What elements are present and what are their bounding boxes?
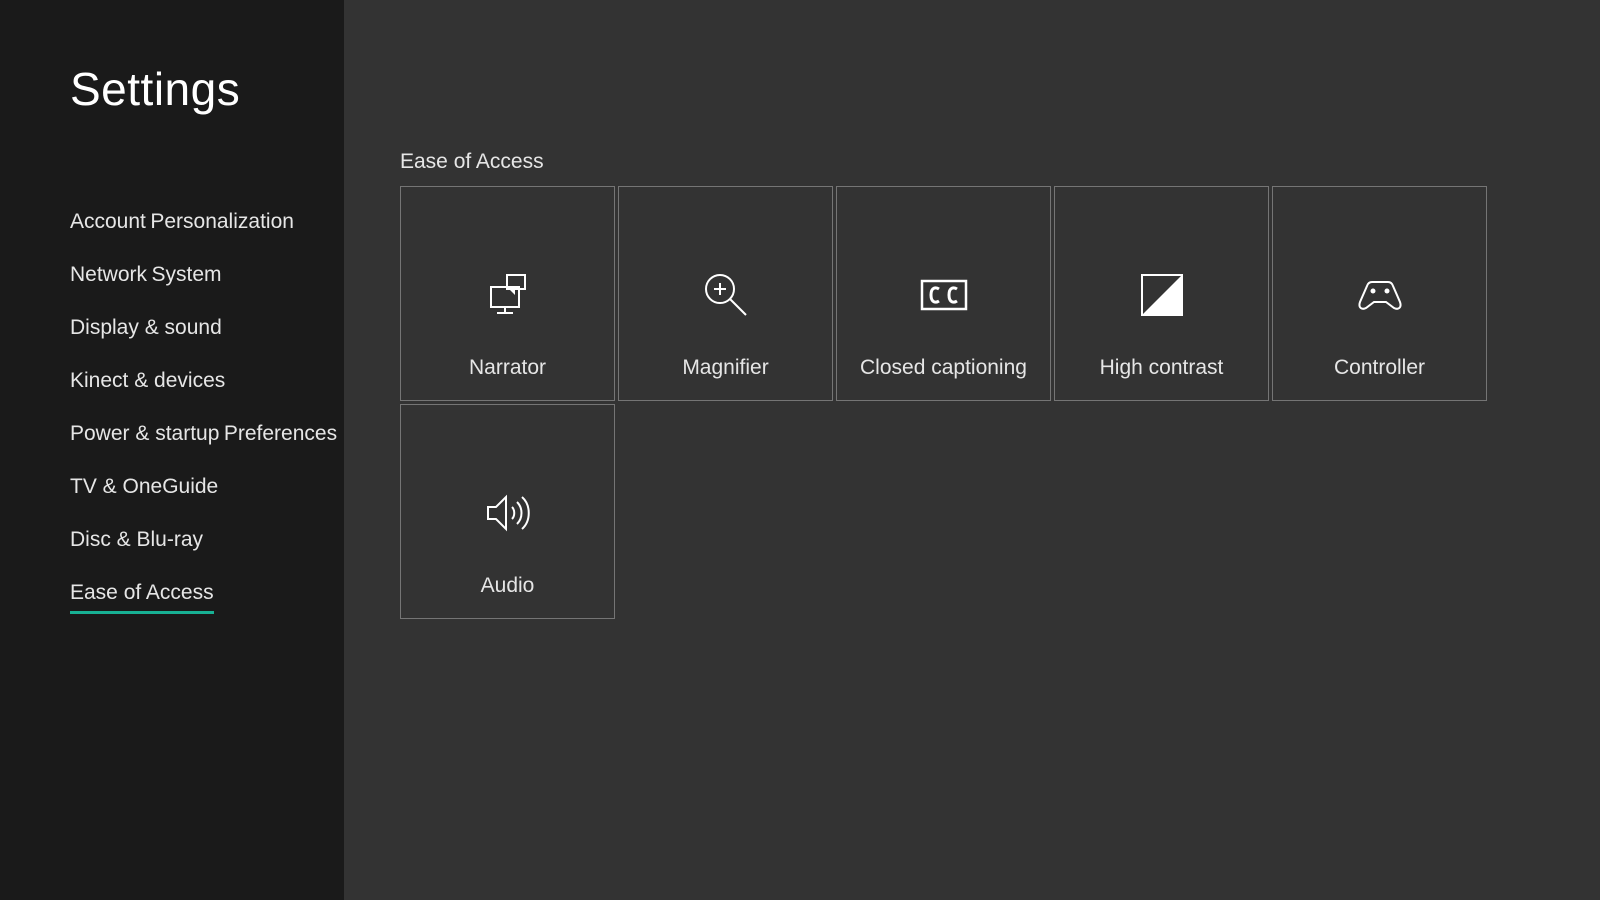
sidebar-item-preferences[interactable]: Preferences (224, 422, 337, 446)
tile-label: Magnifier (682, 356, 768, 380)
tile-magnifier[interactable]: Magnifier (618, 186, 833, 401)
tile-label: Narrator (469, 356, 546, 380)
narrator-icon (478, 265, 538, 325)
sidebar-item-label: Display & sound (70, 316, 222, 339)
audio-icon (478, 483, 538, 543)
tile-label: High contrast (1100, 356, 1224, 380)
high-contrast-icon (1132, 265, 1192, 325)
tile-label: Closed captioning (860, 356, 1027, 380)
controller-icon (1350, 265, 1410, 325)
sidebar-item-label: Kinect & devices (70, 369, 225, 392)
sidebar-item-label: System (151, 263, 221, 286)
sidebar-list: Account Personalization Network System D… (70, 210, 344, 643)
tile-grid: Narrator Magnifier (400, 186, 1600, 622)
closed-captioning-icon (914, 265, 974, 325)
tile-label: Controller (1334, 356, 1425, 380)
sidebar-item-label: Ease of Access (70, 581, 214, 604)
main-panel: Ease of Access Narrator (344, 0, 1600, 900)
sidebar-item-system[interactable]: System (151, 263, 221, 287)
tile-label: Audio (481, 574, 535, 598)
sidebar-item-disc-bluray[interactable]: Disc & Blu-ray (70, 528, 203, 552)
tile-high-contrast[interactable]: High contrast (1054, 186, 1269, 401)
tile-audio[interactable]: Audio (400, 404, 615, 619)
sidebar-item-label: Disc & Blu-ray (70, 528, 203, 551)
sidebar-item-network[interactable]: Network (70, 263, 147, 287)
tile-closed-captioning[interactable]: Closed captioning (836, 186, 1051, 401)
sidebar: Settings Account Personalization Network… (0, 0, 344, 900)
sidebar-item-ease-of-access[interactable]: Ease of Access (70, 581, 214, 614)
sidebar-item-label: Network (70, 263, 147, 286)
sidebar-item-label: Preferences (224, 422, 337, 445)
sidebar-item-kinect-devices[interactable]: Kinect & devices (70, 369, 225, 393)
sidebar-item-account[interactable]: Account (70, 210, 146, 234)
sidebar-item-display-sound[interactable]: Display & sound (70, 316, 222, 340)
sidebar-item-label: Account (70, 210, 146, 233)
sidebar-item-label: TV & OneGuide (70, 475, 218, 498)
sidebar-item-label: Power & startup (70, 422, 219, 445)
sidebar-item-tv-oneguide[interactable]: TV & OneGuide (70, 475, 218, 499)
tile-controller[interactable]: Controller (1272, 186, 1487, 401)
section-title: Ease of Access (400, 150, 1600, 174)
sidebar-item-label: Personalization (150, 210, 294, 233)
tile-narrator[interactable]: Narrator (400, 186, 615, 401)
sidebar-item-power-startup[interactable]: Power & startup (70, 422, 219, 446)
magnifier-icon (696, 265, 756, 325)
app-root: Settings Account Personalization Network… (0, 0, 1600, 900)
sidebar-item-personalization[interactable]: Personalization (150, 210, 294, 234)
page-title: Settings (70, 62, 344, 116)
